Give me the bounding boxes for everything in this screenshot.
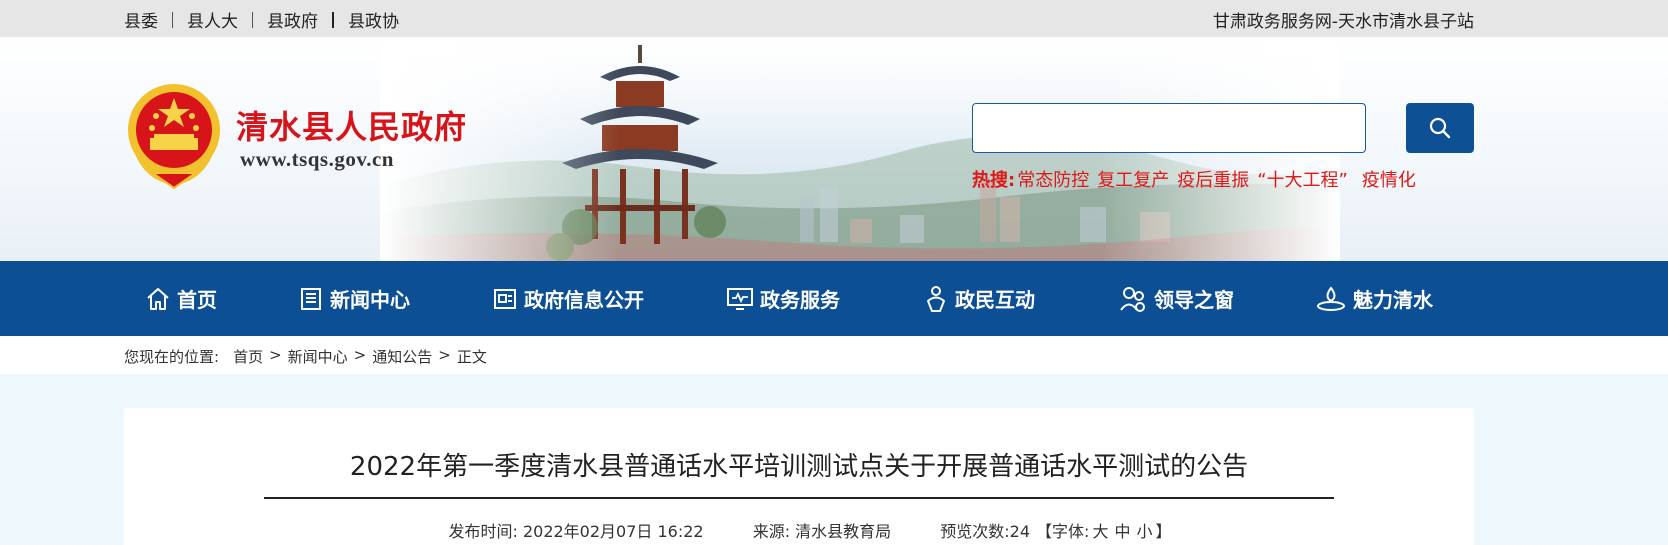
service-site-link[interactable]: 甘肃政务服务网-天水市清水县子站 bbox=[1213, 7, 1474, 32]
nav-item-label: 魅力清水 bbox=[1353, 288, 1433, 312]
site-url: www.tsqs.gov.cn bbox=[240, 147, 394, 171]
title-divider bbox=[264, 497, 1334, 499]
nav-item-label: 领导之窗 bbox=[1154, 288, 1234, 312]
search-icon bbox=[1429, 117, 1451, 139]
top-link-peoples-congress[interactable]: 县人大 bbox=[187, 7, 238, 32]
people-icon bbox=[1120, 286, 1145, 312]
nav-item-leaders[interactable]: 领导之窗 bbox=[1118, 261, 1234, 336]
publish-time: 发布时间: 2022年02月07日 16:22 bbox=[448, 522, 704, 541]
hot-search-item[interactable]: 复工复产 bbox=[1097, 166, 1169, 192]
top-link-county-government[interactable]: 县政府 bbox=[267, 7, 318, 32]
nav-item-gov-info[interactable]: 政府信息公开 bbox=[492, 261, 644, 336]
article-panel: 2022年第一季度清水县普通话水平培训测试点关于开展普通话水平测试的公告 发布时… bbox=[124, 408, 1474, 545]
top-bar: 县委 县人大 县政府 县政协 甘肃政务服务网-天水市清水县子站 bbox=[0, 0, 1668, 37]
font-size-large-button[interactable]: 大 bbox=[1092, 522, 1108, 541]
font-size-label-open: 【字体: bbox=[1036, 522, 1090, 541]
top-link-county-committee[interactable]: 县委 bbox=[124, 7, 158, 32]
breadcrumb-separator: > bbox=[353, 346, 367, 364]
breadcrumb-news-center[interactable]: 新闻中心 bbox=[288, 346, 348, 367]
hot-search-item[interactable]: 疫情化 bbox=[1362, 166, 1416, 192]
breadcrumb-separator: > bbox=[269, 346, 282, 364]
font-size-medium-button[interactable]: 中 bbox=[1114, 522, 1130, 541]
main-nav: 首页 新闻中心 政府信息公开 政务服务 政民互动 领导之窗 魅力清水 bbox=[0, 261, 1668, 336]
article-title: 2022年第一季度清水县普通话水平培训测试点关于开展普通话水平测试的公告 bbox=[349, 452, 1249, 482]
monitor-icon bbox=[727, 287, 753, 310]
breadcrumb-bar: 您现在的位置: 首页 > 新闻中心 > 通知公告 > 正文 bbox=[0, 336, 1668, 374]
nav-item-label: 政务服务 bbox=[760, 288, 840, 312]
national-emblem-icon bbox=[128, 84, 220, 190]
water-drop-icon bbox=[1317, 285, 1345, 311]
top-link-cppcc[interactable]: 县政协 bbox=[348, 7, 399, 32]
breadcrumb-prefix: 您现在的位置: bbox=[124, 348, 220, 366]
hot-search: 热搜: 常态防控 复工复产 疫后重振 “十大工程” 疫情化 bbox=[972, 166, 1424, 192]
nav-item-interaction[interactable]: 政民互动 bbox=[923, 261, 1035, 336]
header-banner: 清水县人民政府 www.tsqs.gov.cn 热搜: 常态防控 复工复产 疫后… bbox=[0, 37, 1668, 261]
top-links: 县委 县人大 县政府 县政协 bbox=[124, 7, 399, 32]
interaction-icon bbox=[927, 285, 945, 312]
breadcrumb: 您现在的位置: 首页 > 新闻中心 > 通知公告 > 正文 bbox=[124, 346, 487, 367]
nav-item-charm-qingshui[interactable]: 魅力清水 bbox=[1315, 261, 1433, 336]
nav-item-label: 新闻中心 bbox=[330, 288, 410, 312]
view-count: 预览次数:24 bbox=[940, 522, 1031, 541]
divider bbox=[172, 11, 173, 28]
nav-item-label: 政府信息公开 bbox=[524, 288, 644, 312]
article-meta: 发布时间: 2022年02月07日 16:22 来源: 清水县教育局 预览次数:… bbox=[124, 518, 1474, 542]
breadcrumb-notices[interactable]: 通知公告 bbox=[372, 346, 432, 367]
nav-item-home[interactable]: 首页 bbox=[145, 261, 217, 336]
breadcrumb-home[interactable]: 首页 bbox=[233, 346, 263, 367]
nav-item-label: 首页 bbox=[177, 288, 217, 312]
breadcrumb-current: 正文 bbox=[456, 348, 487, 366]
divider bbox=[252, 11, 253, 28]
search-button[interactable] bbox=[1406, 103, 1474, 153]
government-name: 清水县人民政府 bbox=[236, 108, 468, 146]
font-size-label-close: 】 bbox=[1155, 522, 1172, 541]
hot-search-label: 热搜: bbox=[972, 170, 1016, 191]
nav-item-news-center[interactable]: 新闻中心 bbox=[298, 261, 410, 336]
hot-search-item[interactable]: 常态防控 bbox=[1017, 166, 1089, 192]
nav-item-label: 政民互动 bbox=[955, 288, 1035, 312]
article-source: 来源: 清水县教育局 bbox=[752, 522, 892, 541]
search-input[interactable] bbox=[972, 103, 1366, 153]
breadcrumb-separator: > bbox=[438, 346, 451, 364]
view-count-and-font-size: 预览次数:24 【字体: 大中小】 bbox=[940, 522, 1171, 541]
info-board-icon bbox=[494, 288, 516, 309]
font-size-small-button[interactable]: 小 bbox=[1136, 522, 1152, 541]
divider bbox=[332, 11, 334, 28]
hot-search-item[interactable]: “十大工程” bbox=[1257, 166, 1348, 192]
home-icon bbox=[147, 287, 169, 310]
nav-item-gov-service[interactable]: 政务服务 bbox=[726, 261, 840, 336]
newspaper-icon bbox=[301, 287, 321, 310]
hot-search-item[interactable]: 疫后重振 bbox=[1177, 166, 1249, 192]
